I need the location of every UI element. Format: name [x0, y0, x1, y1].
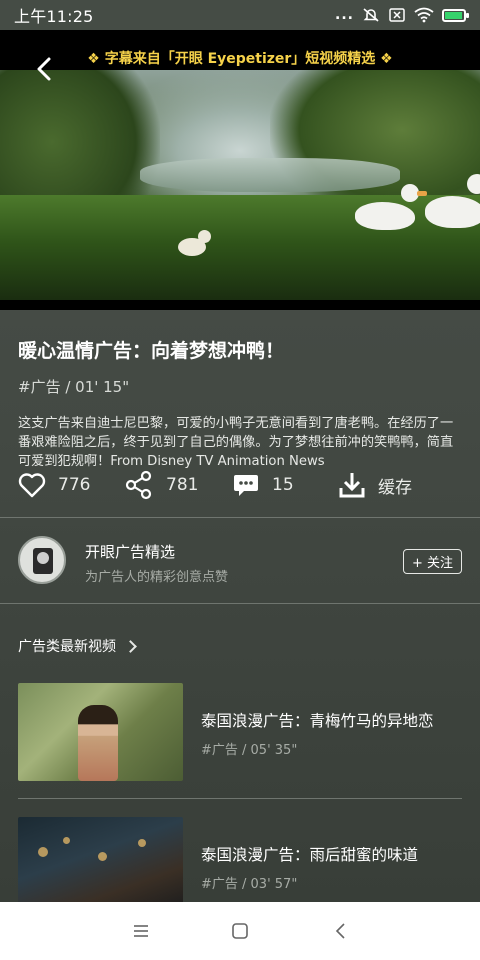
video-thumbnail — [18, 817, 183, 915]
status-time: 上午11:25 — [14, 7, 94, 26]
status-bar: 上午11:25 ... — [0, 0, 480, 30]
nav-back-button[interactable] — [328, 918, 354, 944]
share-button[interactable]: 781 — [124, 470, 198, 500]
back-arrow-icon[interactable] — [30, 54, 60, 84]
scene-duck-head — [467, 174, 480, 194]
share-icon — [125, 470, 152, 500]
thumbnail-light — [38, 847, 48, 857]
video-meta: #广告 / 01' 15" — [18, 378, 130, 396]
video-info: 暖心温情广告：向着梦想冲鸭！ #广告 / 01' 15" 这支广告来自迪士尼巴黎… — [18, 336, 462, 471]
mute-icon — [363, 8, 379, 22]
scene-duck — [425, 174, 480, 228]
list-item-meta: #广告 / 03' 57" — [201, 877, 298, 892]
list-item[interactable]: 泰国浪漫广告：青梅竹马的异地恋 #广告 / 05' 35" — [18, 683, 462, 781]
chevron-right-icon — [124, 639, 137, 653]
scene-duck-bill — [417, 191, 427, 196]
avatar-face — [37, 552, 49, 564]
home-square-icon — [232, 923, 248, 939]
list-item[interactable]: 泰国浪漫广告：雨后甜蜜的味道 #广告 / 03' 57" — [18, 817, 462, 915]
share-count: 781 — [166, 475, 199, 495]
thumbnail-light — [98, 852, 107, 861]
thumbnail-light — [63, 837, 70, 844]
video-frame — [0, 70, 480, 300]
follow-button[interactable]: + 关注 — [402, 549, 462, 574]
wifi-icon — [414, 7, 434, 23]
comment-icon — [234, 475, 258, 496]
video-player[interactable]: ❖ 字幕来自「开眼 Eyepetizer」短视频精选 ❖ — [0, 30, 480, 310]
thumbnail-light — [138, 839, 146, 847]
author-avatar[interactable] — [18, 536, 66, 584]
scene-duck — [355, 184, 427, 230]
more-dots-icon: ... — [335, 7, 354, 23]
divider — [0, 517, 480, 518]
download-button[interactable]: 缓存 — [338, 471, 412, 499]
divider — [18, 798, 462, 799]
sim-icon — [389, 8, 405, 22]
heart-icon — [18, 473, 46, 498]
comment-count: 15 — [272, 475, 294, 495]
author-row[interactable]: 开眼广告精选 为广告人的精彩创意点赞 + 关注 — [18, 533, 462, 589]
author-name: 开眼广告精选 — [85, 543, 176, 561]
video-description: 这支广告来自迪士尼巴黎，可爱的小鸭子无意间看到了唐老鸭。在经历了一番艰难险阻之后… — [18, 416, 454, 469]
back-chevron-icon — [335, 923, 345, 939]
system-nav-bar — [0, 902, 480, 960]
related-section-title: 广告类最新视频 — [18, 639, 116, 655]
nav-home-button[interactable] — [227, 918, 253, 944]
action-bar: 776 781 15 缓存 — [18, 468, 462, 502]
menu-icon — [134, 925, 148, 937]
like-count: 776 — [58, 475, 91, 495]
download-icon — [339, 473, 365, 498]
list-item-title: 泰国浪漫广告：雨后甜蜜的味道 — [201, 846, 419, 864]
video-detail-screen: 上午11:25 ... ❖ 字幕来自「开眼 Eyepetizer」短视频精选 ❖… — [0, 0, 480, 960]
author-subtitle: 为广告人的精彩创意点赞 — [85, 570, 229, 585]
like-button[interactable]: 776 — [18, 472, 90, 498]
comment-button[interactable]: 15 — [232, 471, 294, 499]
battery-level — [445, 11, 462, 19]
video-caption: ❖ 字幕来自「开眼 Eyepetizer」短视频精选 ❖ — [87, 51, 393, 67]
divider — [0, 603, 480, 604]
thumbnail-figure — [78, 705, 118, 781]
list-item-meta: #广告 / 05' 35" — [201, 743, 298, 758]
video-title: 暖心温情广告：向着梦想冲鸭！ — [18, 340, 285, 362]
scene-lake — [140, 158, 400, 192]
nav-menu-button[interactable] — [128, 918, 154, 944]
related-section-header[interactable]: 广告类最新视频 — [18, 636, 137, 656]
scene-duckling-head — [198, 230, 211, 243]
download-label: 缓存 — [378, 477, 412, 498]
video-thumbnail — [18, 683, 183, 781]
list-item-title: 泰国浪漫广告：青梅竹马的异地恋 — [201, 712, 434, 730]
status-icons: ... — [335, 7, 469, 23]
battery-charging-icon — [442, 8, 469, 22]
